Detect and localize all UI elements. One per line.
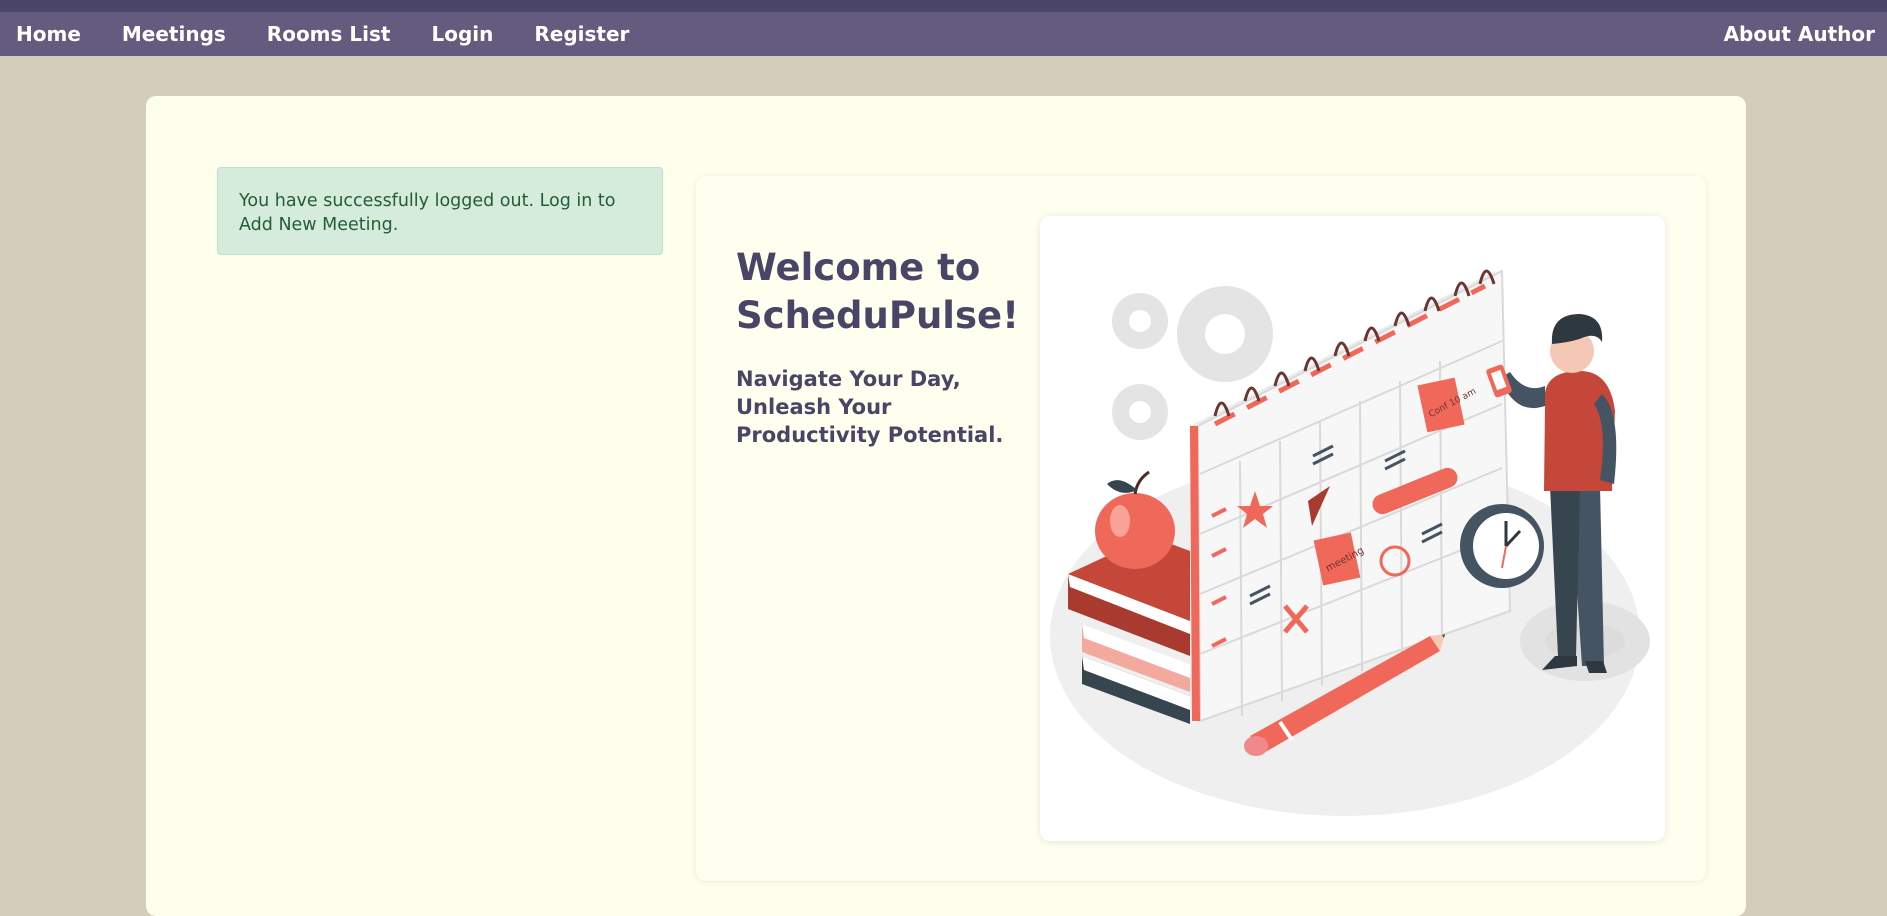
nav-register-link[interactable]: Register <box>534 22 629 46</box>
top-strip <box>0 0 1887 12</box>
nav-left-group: Home Meetings Rooms List Login Register <box>0 22 654 46</box>
alert-message: You have successfully logged out. Log in… <box>239 191 616 235</box>
hero-title: Welcome to ScheduPulse! <box>736 246 1019 337</box>
hero-subtitle: Navigate Your Day, Unleash Your Producti… <box>736 367 1004 447</box>
top-navbar: Home Meetings Rooms List Login Register … <box>0 12 1887 56</box>
clock-icon <box>1460 504 1544 588</box>
nav-rooms-list-link[interactable]: Rooms List <box>267 22 391 46</box>
nav-right-group: About Author <box>1724 22 1887 46</box>
apple-icon <box>1095 470 1175 569</box>
nav-about-author-link[interactable]: About Author <box>1724 22 1875 46</box>
nav-meetings-link[interactable]: Meetings <box>122 22 226 46</box>
illustration-card: meeting Conf 10 am <box>1040 216 1665 841</box>
calendar-illustration: meeting Conf 10 am <box>1050 269 1650 816</box>
nav-login-link[interactable]: Login <box>431 22 493 46</box>
nav-home-link[interactable]: Home <box>16 22 81 46</box>
logout-success-alert: You have successfully logged out. Log in… <box>217 167 663 255</box>
